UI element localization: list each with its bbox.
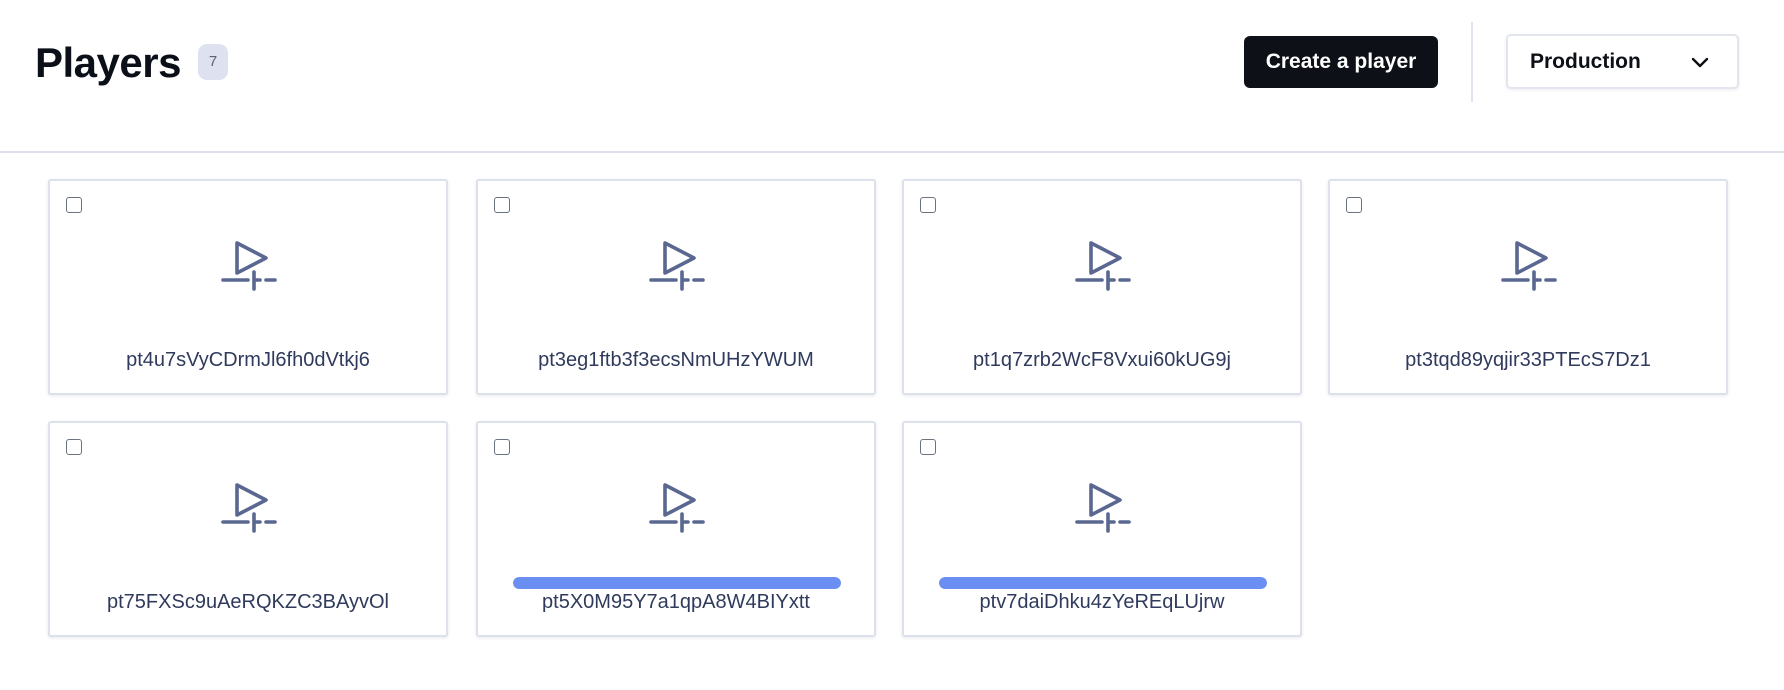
player-id-label: pt1q7zrb2WcF8Vxui60kUG9j xyxy=(973,349,1231,371)
page-title: Players xyxy=(35,39,181,86)
player-select-checkbox[interactable] xyxy=(66,439,82,455)
player-select-checkbox[interactable] xyxy=(920,439,936,455)
header-divider xyxy=(1471,22,1473,102)
player-icon xyxy=(649,241,705,291)
player-card[interactable]: pt3eg1ftb3f3ecsNmUHzYWUM xyxy=(476,179,876,395)
player-select-checkbox[interactable] xyxy=(494,439,510,455)
player-icon xyxy=(221,241,277,291)
player-select-checkbox[interactable] xyxy=(494,197,510,213)
player-card[interactable]: ptv7daiDhku4zYeREqLUjrw xyxy=(902,421,1302,637)
player-id-label: pt3tqd89yqjir33PTEcS7Dz1 xyxy=(1405,349,1651,371)
player-card[interactable]: pt75FXSc9uAeRQKZC3BAyvOl xyxy=(48,421,448,637)
player-card[interactable]: pt5X0M95Y7a1qpA8W4BIYxtt xyxy=(476,421,876,637)
player-icon xyxy=(649,483,705,533)
player-select-checkbox[interactable] xyxy=(1346,197,1362,213)
upload-progress-bar xyxy=(939,577,1267,589)
player-id-label: ptv7daiDhku4zYeREqLUjrw xyxy=(979,591,1225,613)
player-card[interactable]: pt4u7sVyCDrmJl6fh0dVtkj6 xyxy=(48,179,448,395)
player-id-label: pt75FXSc9uAeRQKZC3BAyvOl xyxy=(107,591,389,613)
upload-progress-fill xyxy=(513,577,841,589)
player-icon xyxy=(1075,241,1131,291)
upload-progress-fill xyxy=(939,577,1267,589)
player-card[interactable]: pt1q7zrb2WcF8Vxui60kUG9j xyxy=(902,179,1302,395)
player-id-label: pt5X0M95Y7a1qpA8W4BIYxtt xyxy=(542,591,810,613)
page-header: Players 7 Create a player Production xyxy=(0,0,1784,153)
player-card[interactable]: pt3tqd89yqjir33PTEcS7Dz1 xyxy=(1328,179,1728,395)
player-count-badge: 7 xyxy=(198,44,228,80)
player-icon xyxy=(1075,483,1131,533)
chevron-down-icon xyxy=(1691,57,1709,68)
create-player-button[interactable]: Create a player xyxy=(1244,36,1438,88)
player-id-label: pt4u7sVyCDrmJl6fh0dVtkj6 xyxy=(126,349,370,371)
player-id-label: pt3eg1ftb3f3ecsNmUHzYWUM xyxy=(538,349,814,371)
upload-progress-bar xyxy=(513,577,841,589)
player-icon xyxy=(221,483,277,533)
environment-select-value: Production xyxy=(1530,50,1641,73)
player-select-checkbox[interactable] xyxy=(920,197,936,213)
environment-select[interactable]: Production xyxy=(1506,34,1739,89)
player-icon xyxy=(1501,241,1557,291)
player-select-checkbox[interactable] xyxy=(66,197,82,213)
